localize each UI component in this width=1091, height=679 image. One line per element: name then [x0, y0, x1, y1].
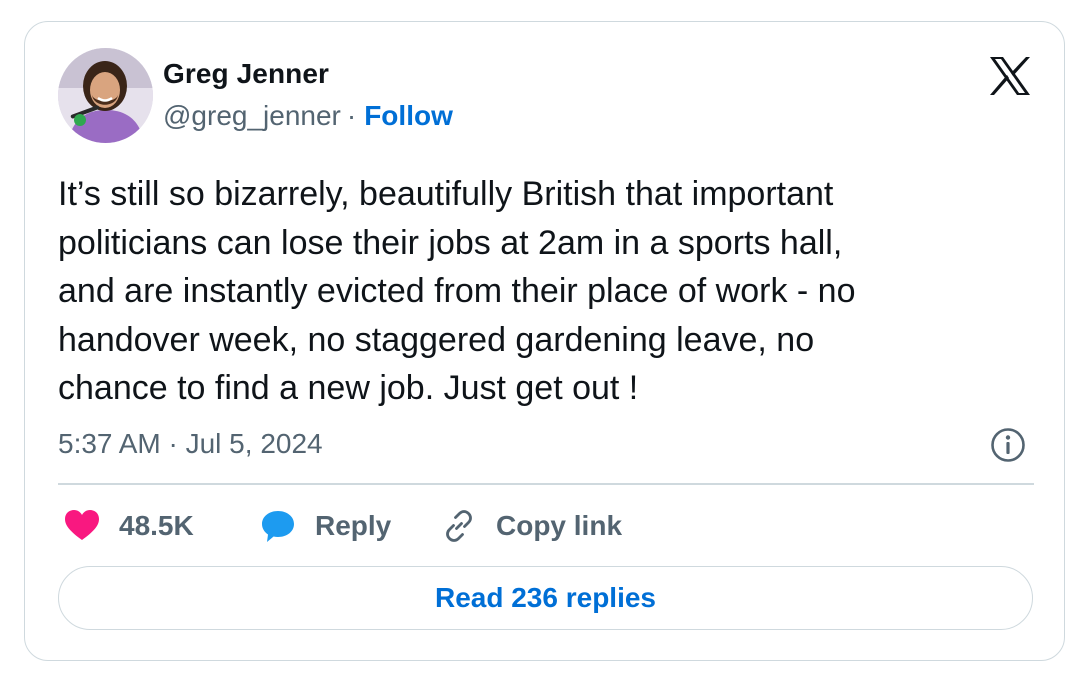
avatar-image [58, 48, 153, 143]
divider [58, 483, 1034, 485]
copy-link-button[interactable]: Copy link [440, 506, 622, 546]
tweet-card: Greg Jenner @greg_jenner · Follow It’s sti… [24, 21, 1065, 661]
copy-link-label: Copy link [496, 510, 623, 541]
read-replies-button[interactable]: Read 236 replies [58, 566, 1033, 630]
avatar[interactable] [58, 48, 153, 143]
follow-button[interactable]: Follow [364, 100, 453, 131]
speech-bubble-icon [259, 507, 297, 545]
reply-label: Reply [315, 510, 392, 541]
reply-button[interactable]: Reply [259, 506, 391, 546]
author-handle-row: @greg_jenner · Follow [163, 100, 453, 132]
tweet-timestamp[interactable]: 5:37 AM · Jul 5, 2024 [58, 428, 323, 460]
like-button[interactable]: 48.5K [63, 506, 194, 546]
heart-icon [63, 507, 101, 545]
tweet-text: It’s still so bizarrely, beautifully Bri… [58, 175, 856, 407]
like-count: 48.5K [119, 510, 194, 541]
author-name[interactable]: Greg Jenner [163, 58, 329, 90]
separator-dot: · [346, 100, 357, 131]
info-icon[interactable] [990, 427, 1026, 463]
x-logo-icon[interactable] [988, 56, 1032, 96]
link-icon [440, 507, 478, 545]
author-handle[interactable]: @greg_jenner [163, 100, 341, 131]
